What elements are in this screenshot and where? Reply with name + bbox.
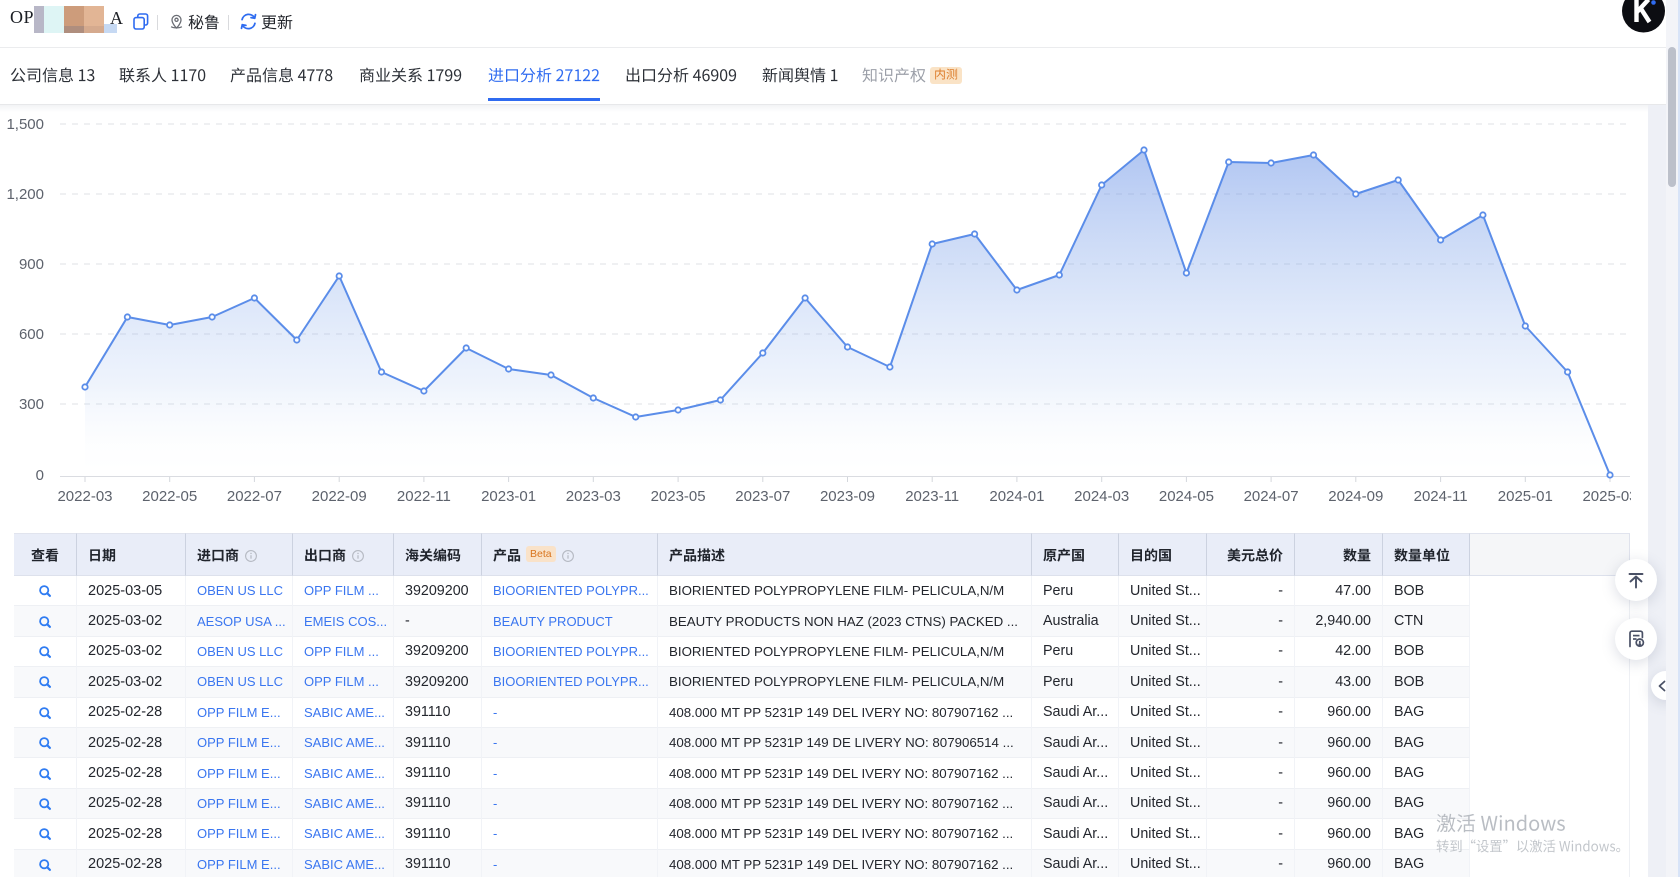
- svg-text:0: 0: [36, 467, 44, 484]
- svg-text:2025-01: 2025-01: [1498, 488, 1553, 505]
- svg-text:2023-07: 2023-07: [735, 488, 790, 505]
- svg-text:2024-03: 2024-03: [1074, 488, 1129, 505]
- svg-text:2024-05: 2024-05: [1159, 488, 1214, 505]
- svg-text:2022-11: 2022-11: [397, 488, 451, 505]
- svg-text:2022-03: 2022-03: [57, 488, 112, 505]
- svg-text:900: 900: [19, 256, 44, 273]
- svg-text:2023-03: 2023-03: [566, 488, 621, 505]
- svg-text:2022-09: 2022-09: [312, 488, 367, 505]
- svg-text:1,500: 1,500: [6, 116, 44, 133]
- svg-text:2024-09: 2024-09: [1328, 488, 1383, 505]
- svg-text:2023-09: 2023-09: [820, 488, 875, 505]
- svg-text:1,200: 1,200: [6, 186, 44, 203]
- svg-text:2024-01: 2024-01: [989, 488, 1044, 505]
- svg-text:2023-01: 2023-01: [481, 488, 536, 505]
- svg-text:2022-05: 2022-05: [142, 488, 197, 505]
- svg-text:2023-05: 2023-05: [651, 488, 706, 505]
- svg-text:2024-11: 2024-11: [1414, 488, 1468, 505]
- svg-text:300: 300: [19, 396, 44, 413]
- svg-text:2022-07: 2022-07: [227, 488, 282, 505]
- svg-text:2023-11: 2023-11: [905, 488, 959, 505]
- svg-text:2024-07: 2024-07: [1244, 488, 1299, 505]
- svg-text:2025-03: 2025-03: [1582, 488, 1631, 505]
- svg-text:600: 600: [19, 326, 44, 343]
